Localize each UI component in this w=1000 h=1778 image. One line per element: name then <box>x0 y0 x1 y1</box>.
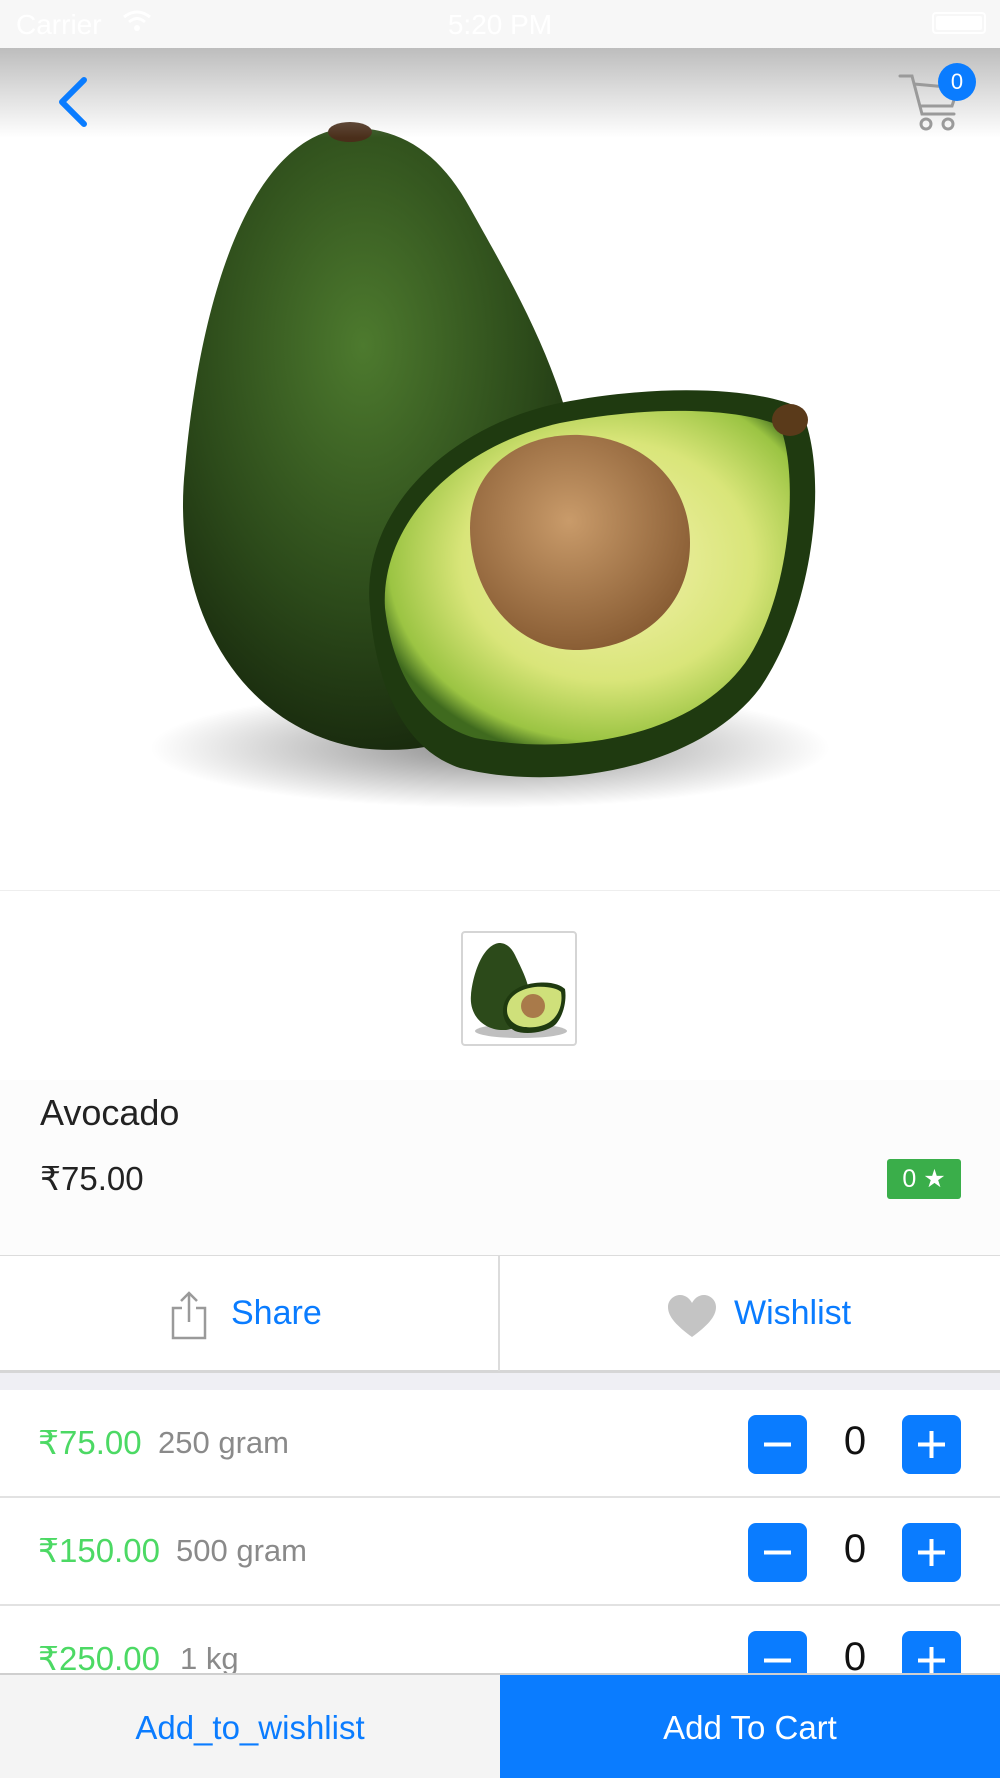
cart-count-badge: 0 <box>938 63 976 101</box>
minus-icon <box>764 1442 791 1447</box>
add-to-wishlist-button[interactable]: Add_to_wishlist <box>0 1675 500 1778</box>
variant-price: ₹150.00 <box>38 1532 160 1569</box>
variant-price: ₹75.00 <box>38 1424 142 1461</box>
decrease-quantity-button[interactable] <box>748 1415 807 1474</box>
decrease-quantity-button[interactable] <box>748 1631 807 1673</box>
product-info: Avocado ₹75.00 0 ★ <box>0 1080 1000 1255</box>
variant-price: ₹250.00 <box>38 1640 160 1673</box>
avocado-thumbnail-image <box>470 943 567 1038</box>
plus-icon <box>918 1539 945 1566</box>
battery-icon <box>932 12 986 34</box>
product-image <box>150 122 830 808</box>
plus-icon <box>918 1431 945 1458</box>
share-button[interactable]: Share <box>0 1256 500 1371</box>
variant-size: 250 gram <box>158 1425 289 1460</box>
product-thumbnail[interactable] <box>461 931 577 1046</box>
header-gradient <box>0 48 1000 138</box>
share-icon <box>171 1291 207 1340</box>
decrease-quantity-button[interactable] <box>748 1523 807 1582</box>
product-hero <box>0 48 1000 890</box>
variant-row: ₹75.00 250 gram 0 <box>0 1390 1000 1498</box>
section-divider <box>0 1373 1000 1390</box>
variant-list: ₹75.00 250 gram 0 ₹150.00 500 gram 0 ₹25… <box>0 1390 1000 1673</box>
increase-quantity-button[interactable] <box>902 1523 961 1582</box>
add-to-cart-button[interactable]: Add To Cart <box>500 1675 1000 1778</box>
product-detail-screen: Carrier 5:20 PM 0 Avocado ₹75.00 0 ★ Sha… <box>0 0 1000 1778</box>
chevron-left-icon <box>59 77 87 127</box>
quantity-value: 0 <box>843 1527 867 1571</box>
quantity-value: 0 <box>843 1635 867 1673</box>
product-price: ₹75.00 <box>40 1160 144 1197</box>
status-bar: Carrier 5:20 PM <box>0 0 1000 48</box>
action-bar: Share Wishlist <box>0 1255 1000 1373</box>
bottom-action-bar: Add_to_wishlist Add To Cart <box>0 1673 1000 1778</box>
minus-icon <box>764 1658 791 1663</box>
variant-row: ₹150.00 500 gram 0 <box>0 1498 1000 1606</box>
quantity-value: 0 <box>843 1419 867 1463</box>
increase-quantity-button[interactable] <box>902 1631 961 1673</box>
minus-icon <box>764 1550 791 1555</box>
increase-quantity-button[interactable] <box>902 1415 961 1474</box>
share-label: Share <box>231 1294 322 1332</box>
thumbnail-strip <box>0 890 1000 1080</box>
variant-size: 500 gram <box>176 1533 307 1568</box>
variant-size: 1 kg <box>180 1641 239 1673</box>
product-name: Avocado <box>40 1092 180 1133</box>
wishlist-button[interactable]: Wishlist <box>501 1256 1000 1371</box>
back-button[interactable] <box>50 72 100 132</box>
clock-label: 5:20 PM <box>447 9 553 40</box>
plus-icon <box>918 1647 945 1673</box>
heart-icon <box>668 1295 716 1337</box>
rating-badge: 0 ★ <box>887 1159 961 1199</box>
variant-row: ₹250.00 1 kg 0 <box>0 1606 1000 1673</box>
wishlist-label: Wishlist <box>734 1294 852 1332</box>
